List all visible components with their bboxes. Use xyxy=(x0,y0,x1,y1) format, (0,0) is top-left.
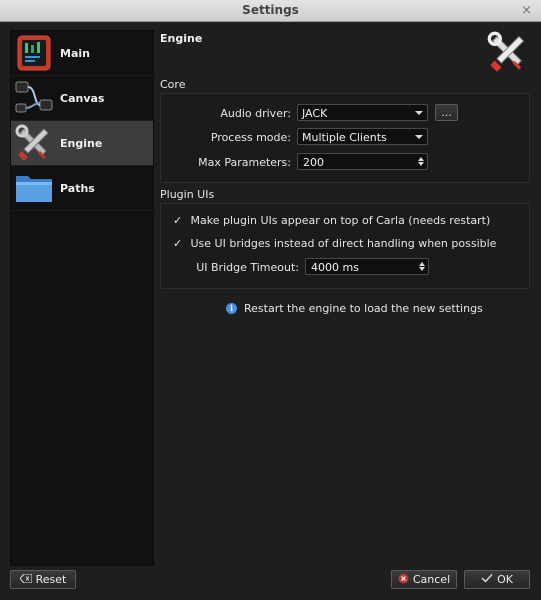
bridge-timeout-label: UI Bridge Timeout: xyxy=(196,261,299,274)
window-title: Settings xyxy=(242,3,299,17)
audio-driver-select[interactable]: JACK xyxy=(297,104,428,121)
audio-driver-label: Audio driver: xyxy=(220,107,291,120)
plugin-uis-group: ✓ Make plugin UIs appear on top of Carla… xyxy=(160,203,530,289)
folder-icon xyxy=(14,168,54,208)
on-top-label: Make plugin UIs appear on top of Carla (… xyxy=(190,214,491,227)
on-top-checkbox[interactable]: ✓ Make plugin UIs appear on top of Carla… xyxy=(173,214,490,227)
close-icon[interactable]: × xyxy=(521,0,532,21)
sidebar-item-label: Engine xyxy=(60,136,103,150)
ok-button[interactable]: OK xyxy=(464,570,530,589)
max-parameters-spinbox[interactable]: 200 xyxy=(297,153,428,170)
process-mode-label: Process mode: xyxy=(210,131,291,144)
chevron-down-icon xyxy=(415,111,423,115)
process-mode-select[interactable]: Multiple Clients xyxy=(297,128,428,145)
engine-page: Engine Core Audio driver: JACK ... Proce… xyxy=(160,30,530,560)
reset-label: Reset xyxy=(35,573,67,586)
sidebar-item-engine[interactable]: Engine xyxy=(11,121,153,166)
ui-bridges-checkbox[interactable]: ✓ Use UI bridges instead of direct handl… xyxy=(173,237,496,250)
audio-driver-options-button[interactable]: ... xyxy=(435,104,458,121)
cancel-label: Cancel xyxy=(412,573,451,586)
checkmark-icon: ✓ xyxy=(173,237,183,250)
bridge-timeout-value: 4000 ms xyxy=(311,261,359,274)
spin-up-icon[interactable] xyxy=(418,157,424,161)
ui-bridges-label: Use UI bridges instead of direct handlin… xyxy=(190,237,497,250)
engine-icon xyxy=(14,123,54,163)
reset-icon xyxy=(18,573,33,586)
sidebar-item-label: Canvas xyxy=(60,91,105,105)
spin-up-icon[interactable] xyxy=(419,262,425,266)
reset-button[interactable]: Reset xyxy=(10,570,76,589)
sidebar-item-canvas[interactable]: Canvas xyxy=(11,76,153,121)
max-parameters-label: Max Parameters: xyxy=(198,156,291,169)
checkmark-icon: ✓ xyxy=(173,214,183,227)
restart-notice-text: Restart the engine to load the new setti… xyxy=(244,302,483,315)
engine-icon xyxy=(486,30,530,74)
cancel-icon xyxy=(398,573,409,587)
title-bar: Settings × xyxy=(0,0,541,22)
ok-label: OK xyxy=(497,573,513,586)
info-icon: i xyxy=(226,303,237,314)
main-icon xyxy=(14,33,54,73)
page-title: Engine xyxy=(160,32,203,45)
audio-driver-value: JACK xyxy=(302,107,328,120)
spin-down-icon[interactable] xyxy=(418,162,424,166)
sidebar-item-label: Main xyxy=(60,46,90,60)
restart-notice: i Restart the engine to load the new set… xyxy=(226,302,483,315)
settings-sidebar: Main Canvas Engine Paths xyxy=(10,30,154,566)
plugin-uis-section-label: Plugin UIs xyxy=(160,188,215,201)
canvas-icon xyxy=(14,78,54,118)
process-mode-value: Multiple Clients xyxy=(302,131,387,144)
cancel-button[interactable]: Cancel xyxy=(391,570,457,589)
sidebar-item-paths[interactable]: Paths xyxy=(11,166,153,211)
spin-down-icon[interactable] xyxy=(419,267,425,271)
bridge-timeout-spinbox[interactable]: 4000 ms xyxy=(305,258,429,275)
chevron-down-icon xyxy=(415,135,423,139)
max-parameters-value: 200 xyxy=(303,156,324,169)
core-section-label: Core xyxy=(160,78,186,91)
checkmark-icon xyxy=(481,573,493,586)
sidebar-item-label: Paths xyxy=(60,181,95,195)
sidebar-item-main[interactable]: Main xyxy=(11,31,153,76)
core-group: Audio driver: JACK ... Process mode: Mul… xyxy=(160,93,530,183)
